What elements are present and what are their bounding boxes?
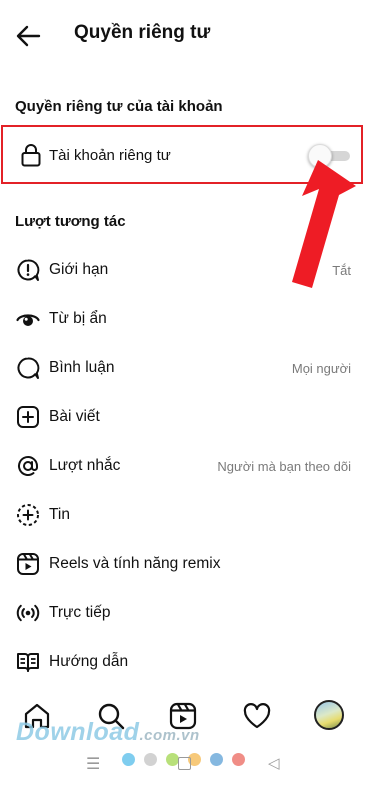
heart-icon[interactable]	[242, 701, 272, 731]
row-limits[interactable]: Giới hạn Tắt	[0, 247, 367, 293]
lock-icon	[21, 144, 41, 167]
row-guides[interactable]: Hướng dẫn	[0, 639, 367, 685]
story-icon	[17, 504, 39, 526]
watermark-suffix: .com.vn	[139, 727, 200, 744]
system-navigation-bar: ☰ ◁	[0, 752, 367, 774]
row-value: Mọi người	[291, 361, 351, 376]
header: Quyền riêng tư	[0, 0, 367, 70]
interactions-section-title: Lượt tương tác	[15, 213, 126, 230]
row-label: Lượt nhắc	[49, 457, 121, 474]
watermark-main: Download	[16, 718, 140, 746]
row-label: Tin	[49, 506, 70, 523]
guide-icon	[17, 653, 39, 672]
row-live[interactable]: Trực tiếp	[0, 590, 367, 636]
row-posts[interactable]: Bài viết	[0, 394, 367, 440]
row-mentions[interactable]: Lượt nhắc Người mà bạn theo dõi	[0, 443, 367, 489]
profile-avatar[interactable]	[314, 700, 344, 730]
account-privacy-section-title: Quyền riêng tư của tài khoản	[15, 98, 223, 115]
row-reels[interactable]: Reels và tính năng remix	[0, 541, 367, 587]
row-label: Bài viết	[49, 408, 100, 425]
back-arrow-icon[interactable]	[14, 22, 42, 50]
download-watermark: Download.com.vn	[16, 718, 200, 747]
mention-icon	[18, 455, 38, 476]
back-triangle-icon[interactable]: ◁	[268, 754, 280, 772]
hidden-words-icon	[16, 314, 40, 326]
page-title: Quyền riêng tư	[74, 22, 211, 43]
home-square-icon[interactable]	[178, 757, 191, 770]
private-account-label: Tài khoản riêng tư	[49, 147, 171, 164]
row-label: Reels và tính năng remix	[49, 555, 221, 572]
row-story[interactable]: Tin	[0, 492, 367, 538]
row-label: Hướng dẫn	[49, 653, 129, 670]
post-icon	[17, 406, 39, 428]
reels-icon	[17, 553, 39, 575]
row-comments[interactable]: Bình luận Mọi người	[0, 345, 367, 391]
row-label: Trực tiếp	[49, 604, 111, 621]
row-hidden-words[interactable]: Từ bị ẩn	[0, 296, 367, 342]
menu-icon[interactable]: ☰	[86, 754, 100, 774]
row-value: Người mà bạn theo dõi	[217, 459, 351, 474]
row-label: Bình luận	[49, 359, 115, 376]
row-value: Tắt	[332, 263, 351, 278]
row-label: Từ bị ẩn	[49, 310, 107, 327]
live-icon	[16, 604, 40, 622]
comment-icon	[17, 357, 40, 379]
limit-icon	[17, 259, 40, 281]
row-label: Giới hạn	[49, 261, 109, 278]
